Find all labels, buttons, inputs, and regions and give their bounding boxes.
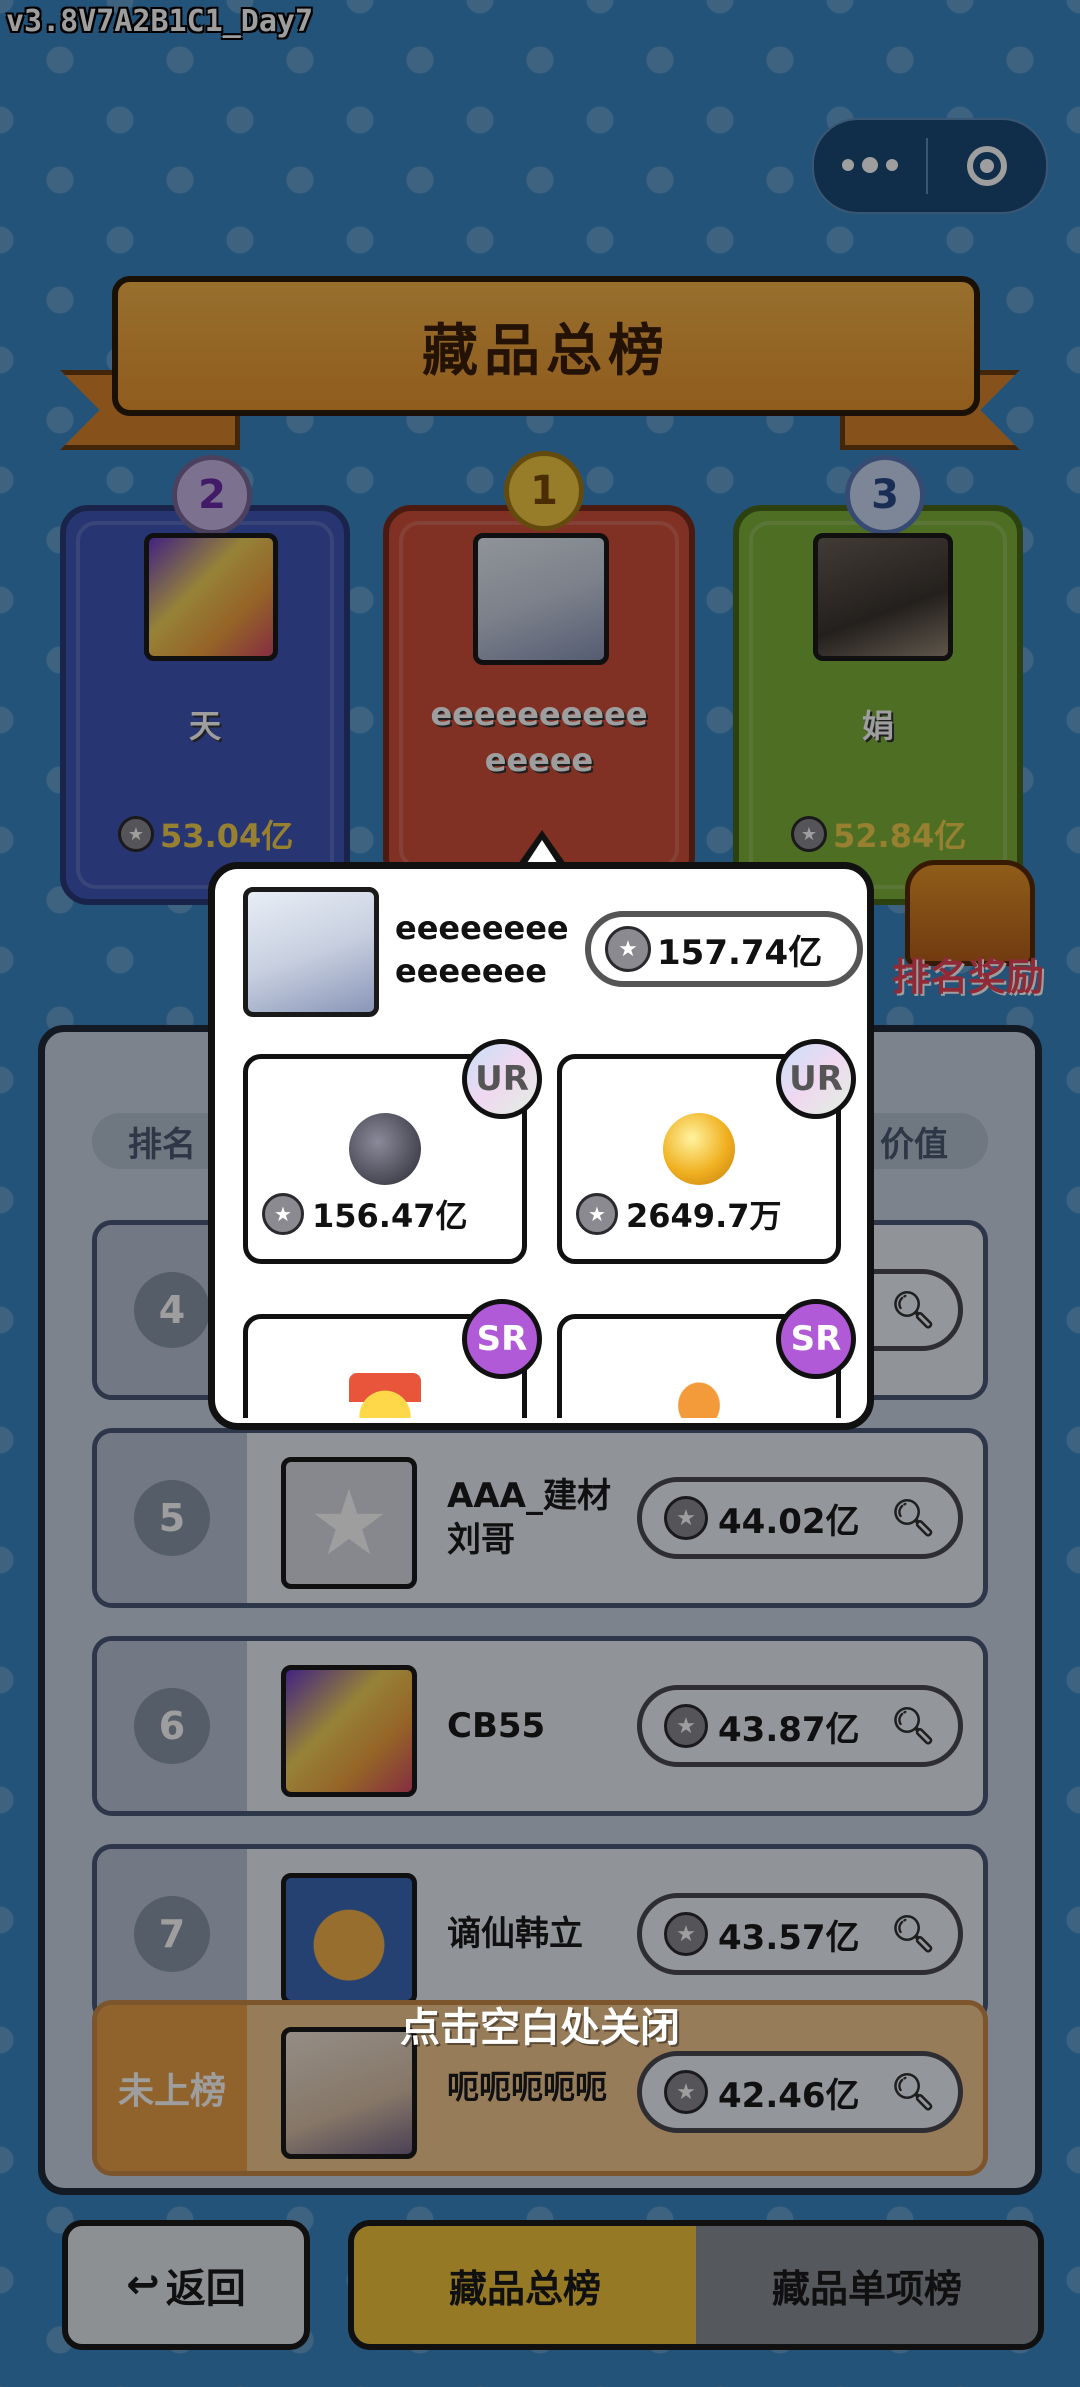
popup-total-value: ★ 157.74亿: [585, 911, 863, 987]
collection-card[interactable]: SR: [557, 1299, 856, 1418]
popup-total-text: 157.74亿: [657, 932, 823, 973]
popup-player-name: eeeeeeeeeeeeeee: [395, 909, 569, 991]
coin-icon: ★: [605, 926, 651, 972]
golden-apple-icon: [663, 1113, 735, 1185]
card-value-text: 2649.7万: [626, 1197, 782, 1235]
grade-badge: UR: [462, 1039, 542, 1119]
coin-icon: ★: [262, 1193, 304, 1235]
grade-badge: SR: [776, 1299, 856, 1379]
collection-popup: eeeeeeeeeeeeeee ★ 157.74亿 UR ★ 156.47亿 U…: [208, 862, 874, 1430]
koi-fish-icon: [663, 1373, 735, 1418]
card-scroll-clip: SR SR: [215, 1294, 867, 1418]
avatar: [243, 887, 379, 1017]
card-value: ★ 156.47亿: [262, 1191, 468, 1237]
popup-pointer: [518, 830, 566, 866]
close-hint: 点击空白处关闭: [400, 2005, 680, 2051]
grade-badge: UR: [776, 1039, 856, 1119]
collection-card[interactable]: UR ★ 2649.7万: [557, 1039, 856, 1264]
card-value-text: 156.47亿: [312, 1197, 468, 1235]
gold-medal-icon: [349, 1373, 421, 1418]
dark-figure-icon: [349, 1113, 421, 1185]
card-value: ★ 2649.7万: [576, 1191, 782, 1237]
grade-badge: SR: [462, 1299, 542, 1379]
collection-card[interactable]: SR: [243, 1299, 542, 1418]
coin-icon: ★: [576, 1193, 618, 1235]
collection-card[interactable]: UR ★ 156.47亿: [243, 1039, 542, 1264]
